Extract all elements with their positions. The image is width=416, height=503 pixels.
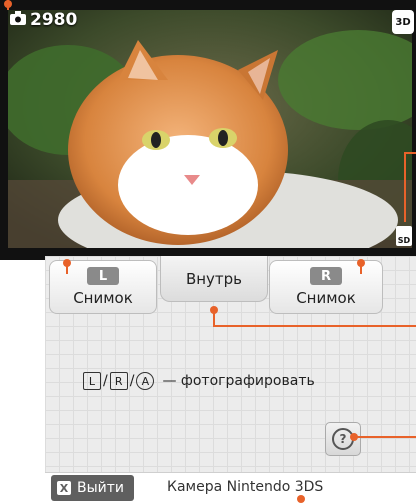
- a-button-icon: A: [136, 372, 155, 390]
- top-screen: 2980 3D SD: [0, 0, 416, 260]
- callout-dot-center: [210, 306, 218, 314]
- tab-left-label: Снимок: [73, 289, 133, 307]
- exit-button[interactable]: X Выйти: [51, 475, 135, 501]
- cat-photo: [8, 10, 412, 248]
- tab-right-snapshot[interactable]: R Снимок: [269, 260, 383, 314]
- callout-dot-right-tab: [357, 259, 365, 267]
- callout-dot-left-tab: [63, 259, 71, 267]
- l-key-icon: L: [87, 267, 119, 285]
- callout-line-counter: [7, 0, 9, 10]
- bottom-screen: L Снимок Внутрь R Снимок L / R / A — фот…: [45, 256, 416, 503]
- app-title: Камера Nintendo 3DS: [167, 479, 324, 495]
- tab-right-label: Снимок: [296, 289, 356, 307]
- r-button-icon: R: [109, 372, 128, 390]
- callout-line-sd-v: [404, 152, 406, 222]
- footer-bar: X Выйти Камера Nintendo 3DS: [45, 472, 416, 503]
- shoot-hint: L / R / A — фотографировать: [83, 372, 315, 390]
- 3d-badge: 3D: [392, 10, 414, 34]
- callout-line-help: [352, 436, 416, 438]
- callout-dot-footer: [297, 495, 305, 503]
- callout-line-center-h: [213, 325, 416, 327]
- exit-label: Выйти: [77, 480, 125, 496]
- sd-card-icon: SD: [396, 226, 412, 246]
- x-key-icon: X: [57, 481, 71, 495]
- callout-dot-help: [350, 433, 358, 441]
- photo-count: 2980: [30, 10, 78, 30]
- tab-inside[interactable]: Внутрь: [160, 256, 268, 302]
- camera-preview: [8, 10, 412, 248]
- photo-counter: 2980: [10, 10, 77, 30]
- shoot-hint-text: — фотографировать: [162, 373, 315, 389]
- camera-icon: [10, 10, 26, 30]
- l-button-icon: L: [83, 372, 101, 390]
- r-key-icon: R: [310, 267, 342, 285]
